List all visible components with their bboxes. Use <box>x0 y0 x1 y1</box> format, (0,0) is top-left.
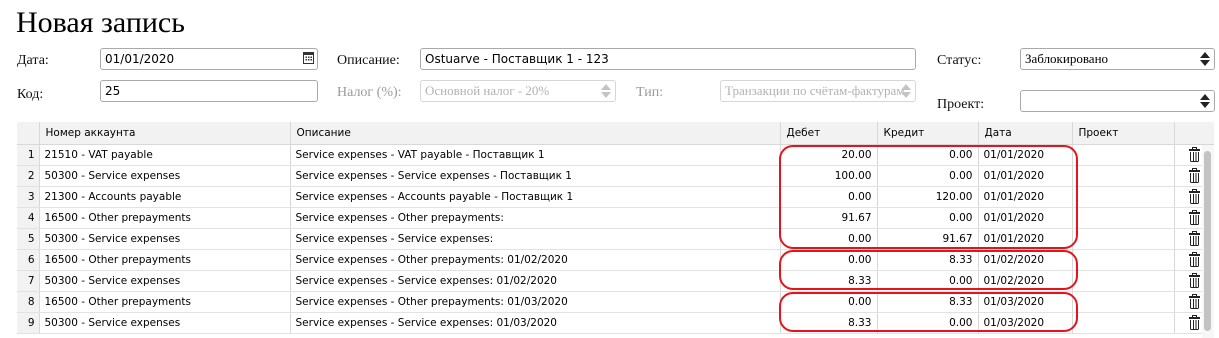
description-cell[interactable]: Service expenses - Service expenses: 01/… <box>290 312 781 334</box>
row-index: 9 <box>17 312 40 334</box>
project-cell[interactable] <box>1072 249 1175 271</box>
trash-icon <box>1188 293 1200 309</box>
row-index: 5 <box>17 228 40 250</box>
select-arrows-icon <box>601 84 611 98</box>
page-title: Новая запись <box>16 6 185 39</box>
col-header-index <box>17 122 40 145</box>
col-header-credit[interactable]: Кредит <box>877 122 979 145</box>
col-header-description[interactable]: Описание <box>290 122 781 145</box>
tax-value: Основной налог - 20% <box>425 83 550 98</box>
account-cell[interactable]: 50300 - Service expenses <box>39 165 291 187</box>
tax-select: Основной налог - 20% <box>420 80 616 102</box>
trash-icon <box>1188 314 1200 330</box>
description-cell[interactable]: Service expenses - Accounts payable - По… <box>290 186 781 208</box>
account-cell[interactable]: 50300 - Service expenses <box>39 312 291 334</box>
status-select[interactable]: Заблокировано <box>1020 48 1215 70</box>
project-cell[interactable] <box>1072 270 1175 292</box>
row-index: 3 <box>17 186 40 208</box>
description-cell[interactable]: Service expenses - Other prepayments: 01… <box>290 291 781 313</box>
project-label: Проект: <box>937 97 985 112</box>
trash-icon <box>1188 146 1200 162</box>
project-cell[interactable] <box>1072 312 1175 334</box>
project-cell[interactable] <box>1072 144 1175 166</box>
row-index: 4 <box>17 207 40 229</box>
description-cell[interactable]: Service expenses - Service expenses: <box>290 228 781 250</box>
date-value: 01/01/2020 <box>105 52 175 66</box>
select-arrows-icon <box>1200 94 1210 108</box>
project-cell[interactable] <box>1072 165 1175 187</box>
code-field[interactable]: 25 <box>100 80 318 102</box>
account-cell[interactable]: 16500 - Other prepayments <box>39 249 291 271</box>
trash-icon <box>1188 209 1200 225</box>
description-cell[interactable]: Service expenses - Service expenses - По… <box>290 165 781 187</box>
project-cell[interactable] <box>1072 228 1175 250</box>
col-header-date[interactable]: Дата <box>978 122 1073 145</box>
description-cell[interactable]: Service expenses - Service expenses: 01/… <box>290 270 781 292</box>
project-select[interactable] <box>1020 90 1215 112</box>
code-value: 25 <box>105 84 121 98</box>
status-value: Заблокировано <box>1025 51 1109 66</box>
date-field[interactable]: 01/01/2020 <box>100 48 318 70</box>
status-label: Статус: <box>937 53 982 68</box>
description-cell[interactable]: Service expenses - VAT payable - Поставщ… <box>290 144 781 166</box>
row-index: 1 <box>17 144 40 166</box>
type-select: Транзакции по счётам-фактурам <box>720 80 916 102</box>
select-arrows-icon <box>901 84 911 98</box>
description-label: Описание: <box>337 53 400 68</box>
select-arrows-icon <box>1200 52 1210 66</box>
trash-icon <box>1188 230 1200 246</box>
date-label: Дата: <box>17 53 49 68</box>
scrollbar-thumb[interactable] <box>1204 151 1211 331</box>
account-cell[interactable]: 21300 - Accounts payable <box>39 186 291 208</box>
description-value: Ostuarve - Поставщик 1 - 123 <box>425 52 609 66</box>
col-header-debit[interactable]: Дебет <box>780 122 878 145</box>
highlight-group-1 <box>779 145 1078 249</box>
trash-icon <box>1188 167 1200 183</box>
code-label: Код: <box>17 87 44 102</box>
account-cell[interactable]: 50300 - Service expenses <box>39 270 291 292</box>
project-cell[interactable] <box>1072 186 1175 208</box>
row-index: 8 <box>17 291 40 313</box>
type-value: Транзакции по счётам-фактурам <box>725 83 905 98</box>
type-label: Тип: <box>636 85 664 100</box>
row-index: 7 <box>17 270 40 292</box>
row-index: 6 <box>17 249 40 271</box>
account-cell[interactable]: 16500 - Other prepayments <box>39 291 291 313</box>
col-header-actions <box>1174 122 1214 145</box>
description-cell[interactable]: Service expenses - Other prepayments: <box>290 207 781 229</box>
table-header-row: Номер аккаунта Описание Дебет Кредит Дат… <box>17 122 1214 145</box>
trash-icon <box>1188 188 1200 204</box>
highlight-group-2 <box>779 250 1078 290</box>
description-field[interactable]: Ostuarve - Поставщик 1 - 123 <box>420 48 916 70</box>
account-cell[interactable]: 50300 - Service expenses <box>39 228 291 250</box>
description-cell[interactable]: Service expenses - Other prepayments: 01… <box>290 249 781 271</box>
project-cell[interactable] <box>1072 291 1175 313</box>
account-cell[interactable]: 16500 - Other prepayments <box>39 207 291 229</box>
trash-icon <box>1188 272 1200 288</box>
trash-icon <box>1188 251 1200 267</box>
col-header-account[interactable]: Номер аккаунта <box>39 122 291 145</box>
row-index: 2 <box>17 165 40 187</box>
tax-label: Налог (%): <box>337 85 402 100</box>
account-cell[interactable]: 21510 - VAT payable <box>39 144 291 166</box>
highlight-group-3 <box>779 292 1078 332</box>
calendar-icon[interactable] <box>303 52 314 64</box>
col-header-project[interactable]: Проект <box>1072 122 1175 145</box>
project-cell[interactable] <box>1072 207 1175 229</box>
table-scrollbar[interactable] <box>1202 145 1214 338</box>
